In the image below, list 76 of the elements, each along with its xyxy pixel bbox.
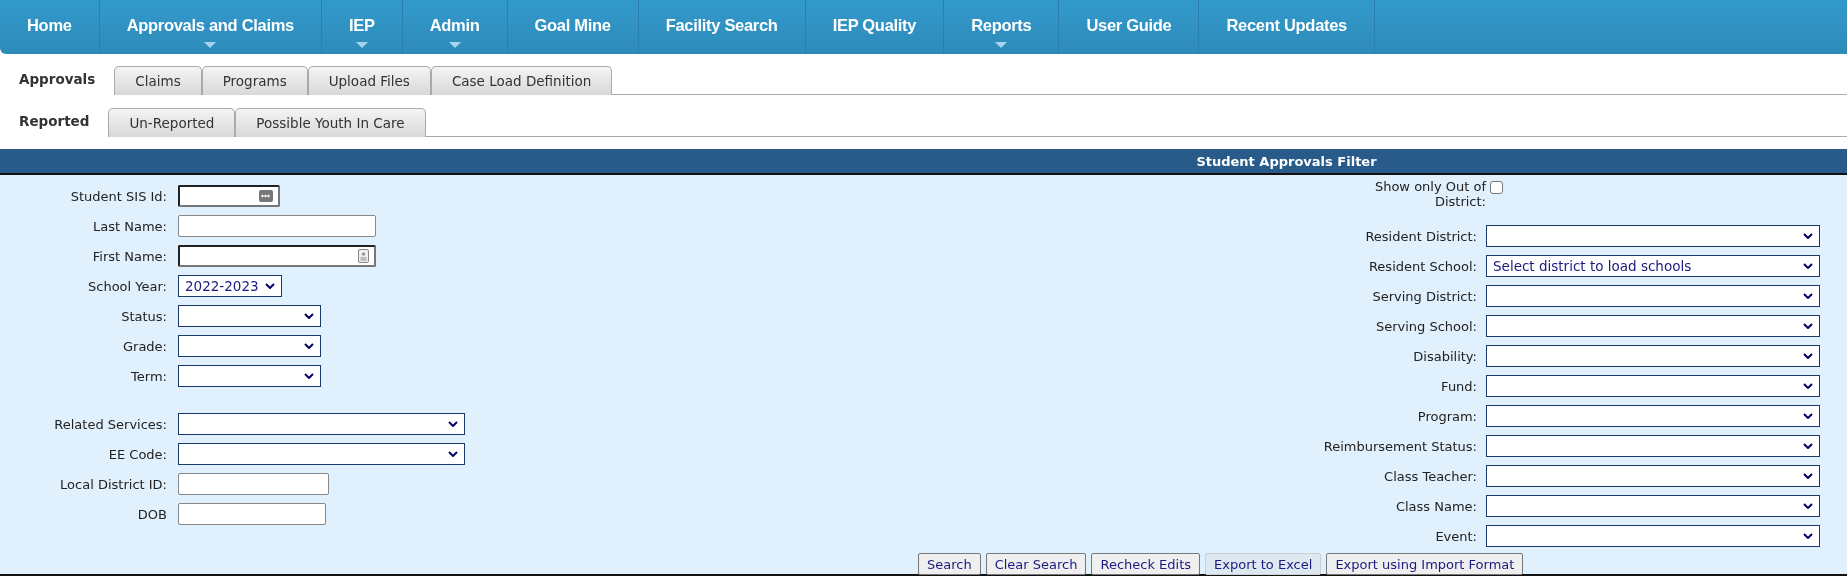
field-label: Resident District: (1364, 228, 1478, 244)
input-field[interactable] (178, 245, 376, 267)
chevron-down-icon (304, 343, 314, 349)
field-label: Event: (1434, 528, 1478, 544)
tab[interactable]: Claims (114, 66, 202, 95)
id-card-icon (358, 249, 369, 263)
field-label: First Name: (91, 248, 168, 264)
field-label: Local District ID: (59, 476, 168, 492)
field-label: School Year: (87, 278, 168, 294)
dropdown-field[interactable] (1486, 525, 1820, 547)
chevron-down-icon (448, 451, 458, 457)
field-label: Term: (130, 368, 168, 384)
field-label: Program: (1416, 408, 1478, 424)
dropdown-field[interactable] (1486, 495, 1820, 517)
field-label: Related Services: (53, 416, 168, 432)
input-field[interactable] (178, 473, 329, 495)
chevron-down-icon (1803, 353, 1813, 359)
input-field[interactable] (178, 215, 376, 237)
action-button[interactable]: Export using Import Format (1326, 553, 1524, 575)
input-field[interactable] (178, 185, 280, 207)
chevron-down-icon (1803, 323, 1813, 329)
dropdown-field[interactable] (1486, 315, 1820, 337)
action-button[interactable]: Search (918, 553, 981, 575)
field-label: Disability: (1412, 348, 1478, 364)
field-label: Status: (120, 308, 168, 324)
dropdown-field[interactable] (1486, 405, 1820, 427)
dropdown-field[interactable] (178, 335, 321, 357)
field-label: Student SIS Id: (69, 188, 168, 204)
field-label: Show only Out of District: (1373, 179, 1486, 209)
field-label: Reimbursement Status: (1322, 438, 1478, 454)
tab[interactable]: Case Load Definition (430, 66, 613, 95)
field-label: DOB (136, 506, 168, 522)
tab[interactable]: Upload Files (307, 66, 431, 95)
tab[interactable]: Possible Youth In Care (235, 108, 426, 137)
chevron-down-icon (1803, 533, 1813, 539)
field-label: Fund: (1440, 378, 1478, 394)
field-label: EE Code: (107, 446, 168, 462)
dropdown-field[interactable] (1486, 465, 1820, 487)
field-label: Class Name: (1394, 498, 1478, 514)
tab[interactable]: Programs (201, 66, 308, 95)
chevron-down-icon (448, 421, 458, 427)
chevron-down-icon (1803, 233, 1813, 239)
dropdown-field[interactable] (1486, 225, 1820, 247)
dropdown-field[interactable]: Select district to load schools (1486, 255, 1820, 277)
dropdown-field[interactable] (178, 413, 465, 435)
dropdown-field[interactable] (178, 443, 465, 465)
dropdown-field[interactable] (1486, 345, 1820, 367)
field-label: Serving District: (1371, 288, 1478, 304)
action-button[interactable]: Clear Search (985, 553, 1087, 575)
field-label: Grade: (122, 338, 168, 354)
chevron-down-icon (1803, 473, 1813, 479)
dropdown-field[interactable] (1486, 285, 1820, 307)
dropdown-field[interactable] (1486, 435, 1820, 457)
tab[interactable]: Un-Reported (108, 108, 236, 137)
chevron-down-icon (1803, 443, 1813, 449)
input-field[interactable] (178, 503, 326, 525)
checkbox[interactable] (1490, 181, 1503, 194)
chevron-down-icon (1803, 383, 1813, 389)
chevron-down-icon (1803, 263, 1813, 269)
field-label: Last Name: (92, 218, 168, 234)
field-label: Class Teacher: (1383, 468, 1478, 484)
dots-icon (259, 190, 273, 202)
dropdown-field[interactable] (1486, 375, 1820, 397)
chevron-down-icon (1803, 503, 1813, 509)
chevron-down-icon (304, 373, 314, 379)
chevron-down-icon (1803, 413, 1813, 419)
field-label: Serving School: (1374, 318, 1478, 334)
dropdown-field[interactable] (178, 365, 321, 387)
dropdown-field[interactable] (178, 305, 321, 327)
chevron-down-icon (304, 313, 314, 319)
panel-title: Student Approvals Filter (1196, 153, 1377, 169)
dropdown-field[interactable]: 2022-2023 (178, 275, 282, 297)
action-button[interactable]: Recheck Edits (1091, 553, 1201, 575)
field-label: Resident School: (1367, 258, 1478, 274)
chevron-down-icon (264, 283, 275, 289)
chevron-down-icon (1803, 293, 1813, 299)
